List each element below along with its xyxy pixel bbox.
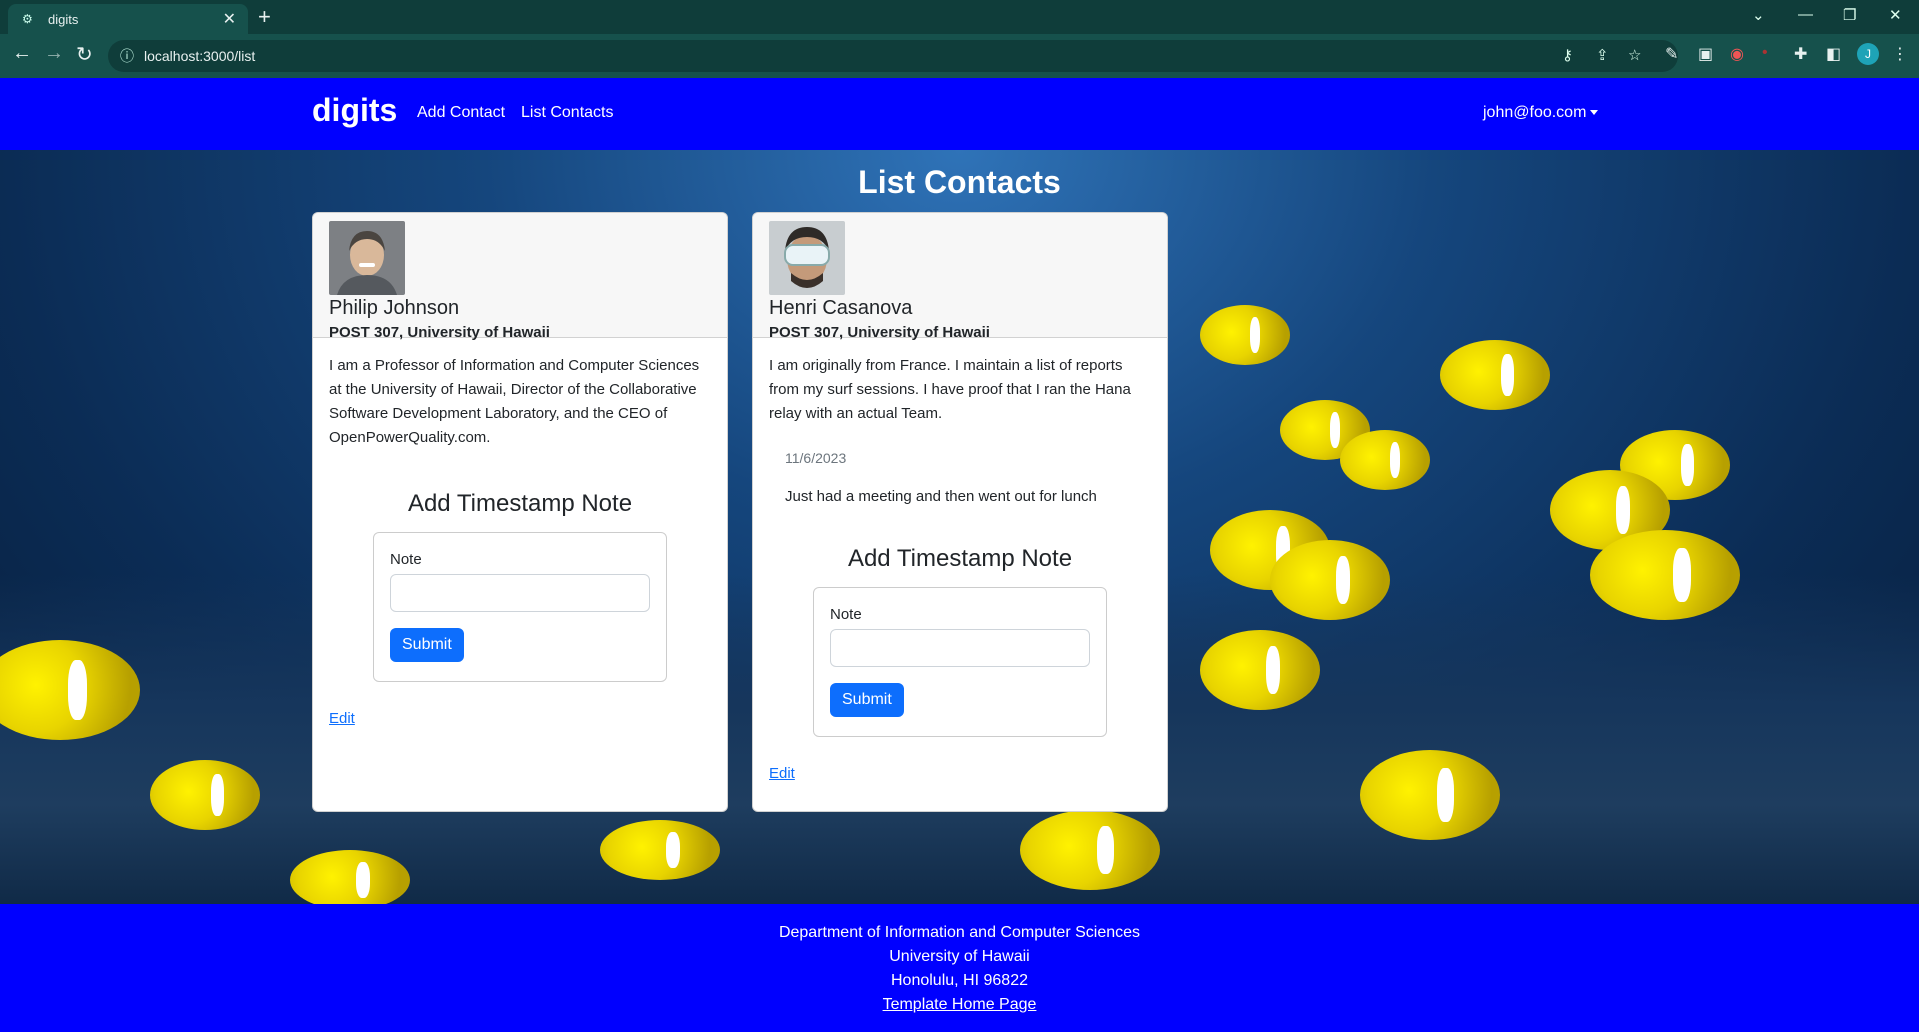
eyedropper-extension-icon[interactable]: ✎	[1665, 44, 1678, 64]
url-text: localhost:3000/list	[144, 48, 256, 64]
contact-card: Philip Johnson POST 307, University of H…	[312, 212, 728, 812]
footer-university: University of Hawaii	[889, 948, 1030, 965]
fish-decoration	[290, 850, 410, 904]
extensions-puzzle-icon[interactable]: ✚	[1794, 44, 1807, 64]
note-date: 11/6/2023	[785, 450, 847, 466]
user-email: john@foo.com	[1483, 104, 1587, 121]
page-footer: Department of Information and Computer S…	[0, 904, 1919, 1032]
note-text: Just had a meeting and then went out for…	[785, 488, 1097, 505]
fish-decoration	[1270, 540, 1390, 620]
fish-decoration	[1200, 630, 1320, 710]
minimize-icon[interactable]: —	[1798, 6, 1813, 23]
extension-icon[interactable]: ◉	[1730, 44, 1744, 64]
menu-kebab-icon[interactable]: ⋮	[1892, 44, 1908, 64]
contact-description: I am originally from France. I maintain …	[769, 357, 1131, 422]
note-input[interactable]	[830, 629, 1090, 667]
fish-decoration	[1360, 750, 1500, 840]
fish-decoration	[150, 760, 260, 830]
caret-down-icon	[1590, 110, 1599, 116]
profile-avatar[interactable]: J	[1857, 43, 1879, 65]
share-icon[interactable]: ⇪	[1596, 46, 1609, 64]
page-title: List Contacts	[858, 164, 1061, 200]
add-note-form: Note Submit	[813, 587, 1107, 737]
extension-icon[interactable]: ▣	[1698, 44, 1713, 64]
site-info-icon[interactable]: ⓘ	[120, 46, 134, 66]
submit-button[interactable]: Submit	[830, 683, 904, 717]
footer-department: Department of Information and Computer S…	[778, 924, 1141, 941]
note-label: Note	[830, 606, 862, 623]
side-panel-icon[interactable]: ◧	[1826, 44, 1841, 64]
submit-button[interactable]: Submit	[390, 628, 464, 662]
extension-icon[interactable]: •	[1762, 44, 1768, 62]
contact-name: Henri Casanova	[769, 297, 913, 319]
app-favicon-icon: ⚙	[22, 12, 33, 26]
address-bar[interactable]: ⓘ localhost:3000/list ⚷ ⇪ ☆	[108, 40, 1678, 72]
card-header: Henri Casanova POST 307, University of H…	[753, 213, 1167, 341]
fish-decoration	[1200, 305, 1290, 365]
contact-name: Philip Johnson	[329, 297, 460, 319]
app-navbar: digits Add Contact List Contacts john@fo…	[0, 78, 1919, 150]
nav-list-contacts[interactable]: List Contacts	[521, 104, 613, 122]
template-home-link[interactable]: Template Home Page	[883, 996, 1037, 1013]
nav-add-contact[interactable]: Add Contact	[417, 104, 505, 122]
footer-location: Honolulu, HI 96822	[891, 972, 1028, 989]
brand-logo[interactable]: digits	[312, 92, 397, 129]
window-close-icon[interactable]: ✕	[1889, 6, 1902, 24]
contact-photo	[329, 221, 405, 295]
tab-close-icon[interactable]: ✕	[223, 9, 236, 29]
bookmark-star-icon[interactable]: ☆	[1628, 46, 1641, 64]
add-note-form: Note Submit	[373, 532, 667, 682]
user-dropdown[interactable]: john@foo.com	[1483, 104, 1599, 122]
reload-icon[interactable]: ↻	[76, 42, 93, 67]
fish-decoration	[1590, 530, 1740, 620]
tab-title: digits	[48, 11, 79, 27]
contact-card: Henri Casanova POST 307, University of H…	[752, 212, 1168, 812]
browser-tab[interactable]: ⚙ digits ✕	[8, 4, 248, 34]
new-tab-icon[interactable]: +	[258, 4, 271, 30]
browser-toolbar: ← → ↻ ⓘ localhost:3000/list ⚷ ⇪ ☆ ✎ ▣ ◉ …	[0, 34, 1919, 78]
note-input[interactable]	[390, 574, 650, 612]
key-icon[interactable]: ⚷	[1562, 46, 1573, 64]
card-header: Philip Johnson POST 307, University of H…	[313, 213, 727, 341]
contact-description: I am a Professor of Information and Comp…	[329, 357, 700, 446]
restore-icon[interactable]: ❐	[1843, 6, 1856, 24]
note-label: Note	[390, 551, 422, 568]
fish-decoration	[1020, 810, 1160, 890]
edit-link[interactable]: Edit	[329, 710, 711, 727]
add-note-title: Add Timestamp Note	[407, 490, 633, 517]
edit-link[interactable]: Edit	[769, 765, 1151, 782]
add-note-title: Add Timestamp Note	[847, 545, 1073, 572]
fish-decoration	[1340, 430, 1430, 490]
forward-icon[interactable]: →	[44, 42, 64, 65]
contact-photo	[769, 221, 845, 295]
browser-tab-strip: ⚙ digits ✕ + ⌄ — ❐ ✕	[0, 0, 1919, 34]
fish-decoration	[600, 820, 720, 880]
note-list: 11/6/2023 Just had a meeting and then we…	[753, 426, 1167, 505]
back-icon[interactable]: ←	[12, 42, 32, 65]
tab-search-icon[interactable]: ⌄	[1752, 6, 1765, 24]
fish-decoration	[1440, 340, 1550, 410]
